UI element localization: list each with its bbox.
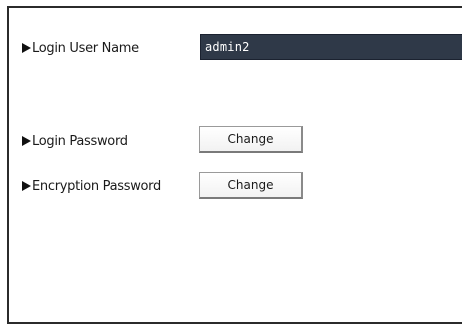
- login-password-change-button[interactable]: Change: [199, 126, 303, 153]
- right-triangle-icon: [22, 136, 31, 146]
- encryption-password-label-row: Encryption Password: [22, 177, 161, 195]
- encryption-password-change-button[interactable]: Change: [199, 172, 303, 199]
- login-user-name-label: Login User Name: [32, 40, 139, 56]
- login-password-label-row: Login Password: [22, 132, 128, 150]
- login-password-label: Login Password: [32, 133, 128, 149]
- right-triangle-icon: [22, 43, 31, 53]
- login-user-name-field[interactable]: admin2: [200, 34, 462, 60]
- login-user-name-label-row: Login User Name: [22, 39, 139, 57]
- encryption-password-label: Encryption Password: [32, 178, 161, 194]
- right-triangle-icon: [22, 181, 31, 191]
